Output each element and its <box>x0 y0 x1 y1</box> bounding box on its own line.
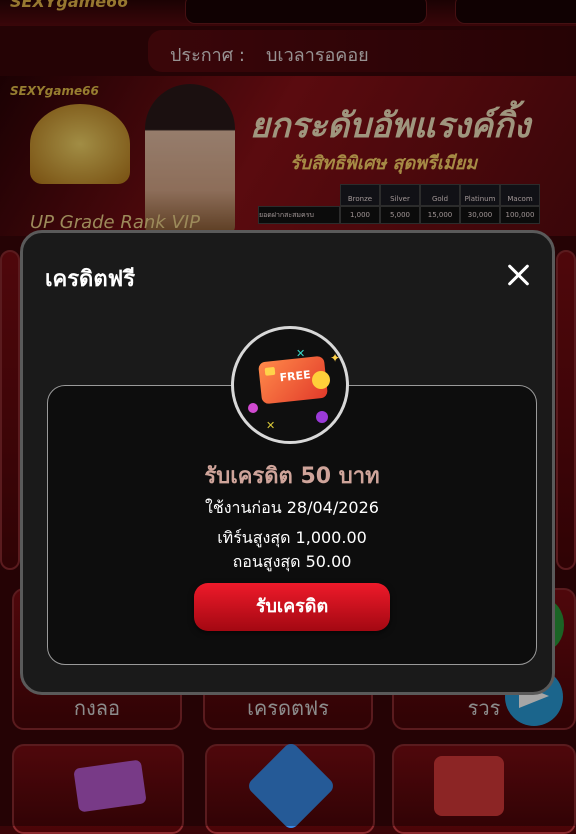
max-turnover: เทิร์นสูงสุด 1,000.00 <box>217 528 367 547</box>
free-credit-modal: เครดิตฟรี รับเครดิต 50 บาท ใช้งานก่อน 28… <box>20 230 555 695</box>
claim-credit-button[interactable]: รับเครดิต <box>194 583 390 631</box>
card-chip-icon <box>264 366 276 376</box>
sparkle-icon: ✕ <box>296 347 306 360</box>
use-before-date: ใช้งานก่อน 28/04/2026 <box>205 498 379 517</box>
star-icon: ✦ <box>330 351 341 365</box>
modal-title: เครดิตฟรี <box>45 267 136 292</box>
sparkle-icon: ✕ <box>266 419 276 432</box>
credit-amount-title: รับเครดิต 50 บาท <box>204 464 380 489</box>
max-withdraw: ถอนสูงสุด 50.00 <box>232 552 352 571</box>
sparkle-icon <box>248 403 258 413</box>
free-credit-icon: FREE ✕ ✕ ✦ <box>231 326 349 444</box>
close-icon[interactable] <box>501 259 535 293</box>
coin-icon <box>312 371 330 389</box>
sparkle-icon <box>316 411 328 423</box>
free-label: FREE <box>279 368 312 385</box>
